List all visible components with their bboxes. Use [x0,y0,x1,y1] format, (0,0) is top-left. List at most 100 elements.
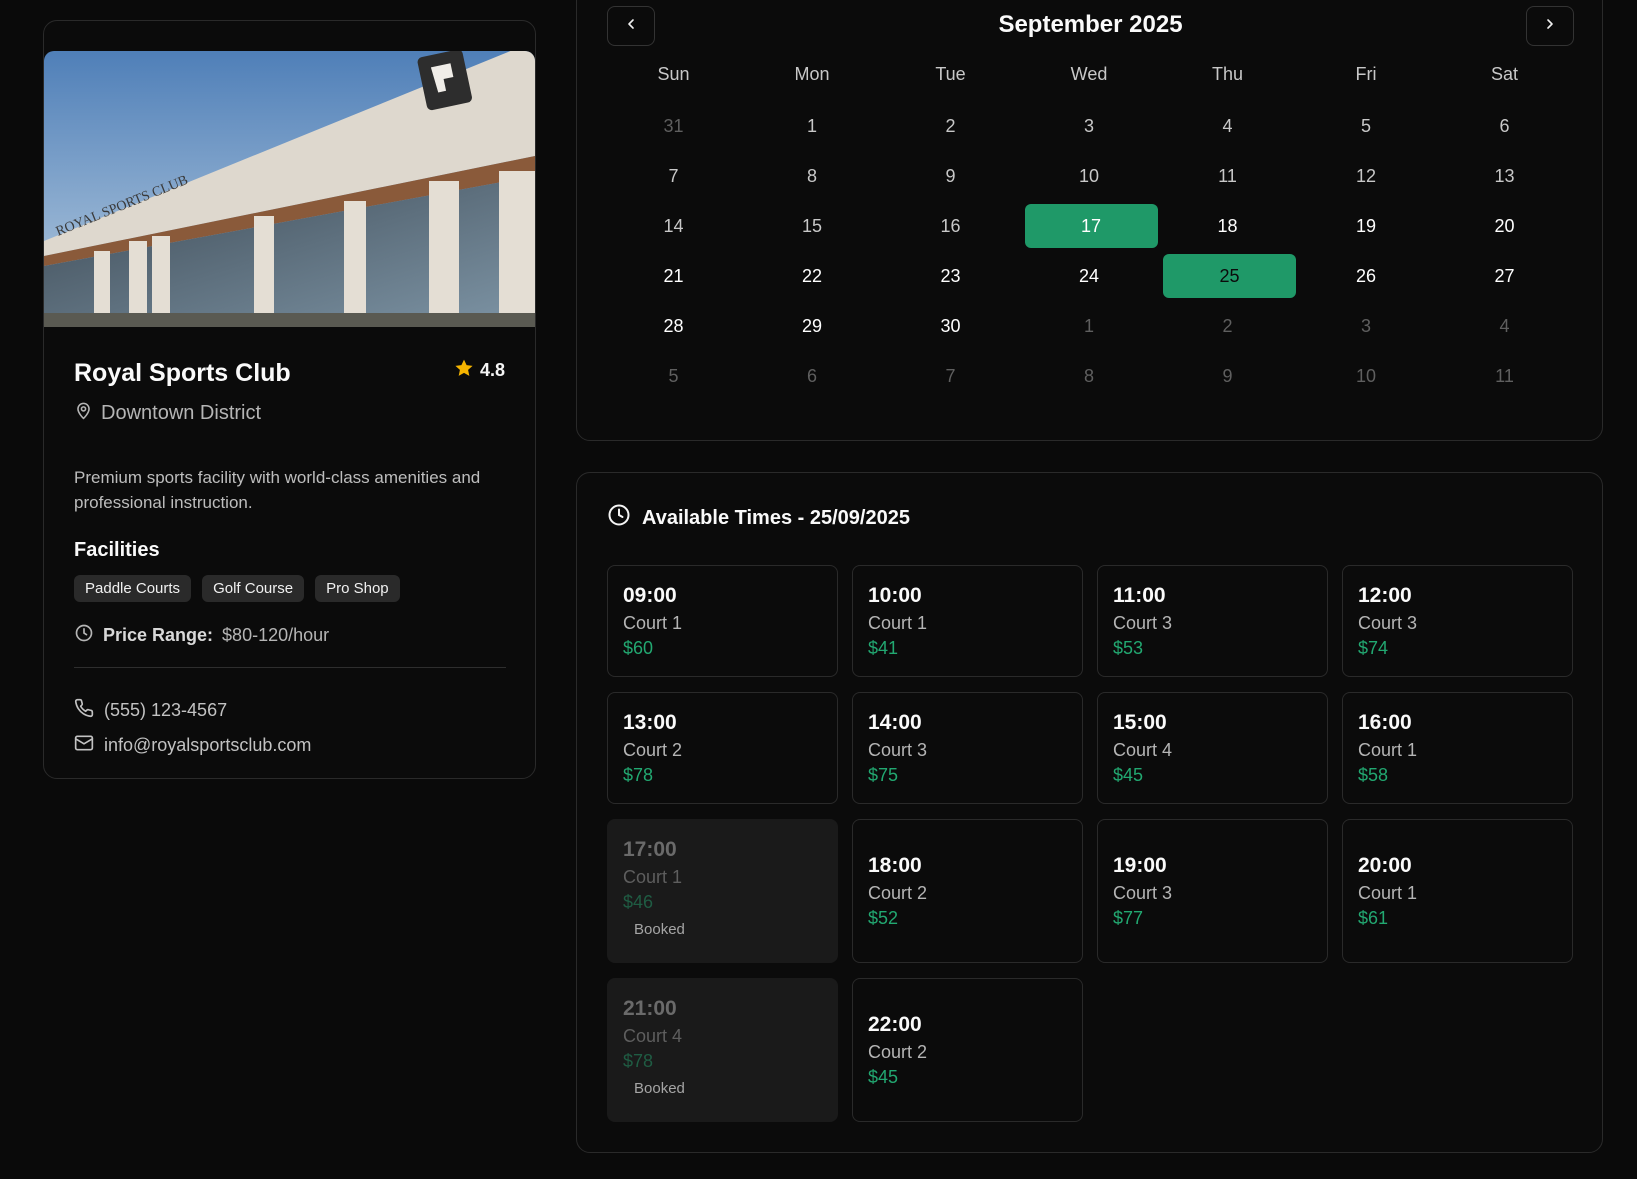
slot-price: $60 [623,638,654,658]
booked-badge: Booked [634,921,685,938]
available-times: Available Times - 25/09/2025 09:00 Court … [576,472,1603,1153]
calendar-day[interactable]: 9 [884,154,1017,198]
location: Downtown District [74,401,261,426]
slot-time: 22:00 [868,1013,922,1036]
facility-tag: Golf Course [202,575,305,602]
calendar-day-selected[interactable]: 25 [1163,254,1296,298]
booked-badge: Booked [634,1080,685,1097]
calendar-day[interactable]: 10 [1023,154,1156,198]
phone-icon [74,698,94,723]
calendar-day[interactable]: 23 [884,254,1017,298]
calendar-day: 8 [1083,366,1094,386]
slot-court: Court 4 [623,1026,683,1046]
calendar-day[interactable]: 30 [884,304,1017,348]
slot-time: 10:00 [868,584,922,607]
calendar-day: 7 [945,366,956,386]
slot-time: 14:00 [868,711,922,734]
map-pin-icon [74,401,93,426]
month-title: September 2025 [998,11,1183,38]
calendar-day[interactable]: 16 [884,204,1017,248]
slot-time: 12:00 [1358,584,1412,607]
calendar-day[interactable]: 1 [746,104,879,148]
calendar-day[interactable]: 5 [1300,104,1433,148]
calendar-day: 5 [668,366,679,386]
calendar-day[interactable]: 21 [607,254,740,298]
weekday-header: Sun [657,64,690,84]
calendar-day[interactable]: 26 [1300,254,1433,298]
weekday-header: Tue [935,64,966,84]
time-slot[interactable]: 14:00 Court 3 $75 [852,692,1083,804]
slot-court: Court 2 [868,883,928,903]
slot-court: Court 4 [1113,740,1173,760]
price-range: Price Range: $80-120/hour [74,623,329,648]
time-slot[interactable]: 12:00 Court 3 $74 [1342,565,1573,677]
slot-price: $52 [868,908,899,928]
calendar-day[interactable]: 19 [1300,204,1433,248]
calendar-day[interactable]: 20 [1438,204,1571,248]
calendar-day[interactable]: 18 [1161,204,1294,248]
email-address: info@royalsportsclub.com [104,735,312,755]
time-slot[interactable]: 15:00 Court 4 $45 [1097,692,1328,804]
calendar-day[interactable]: 11 [1161,154,1294,198]
facilities-heading: Facilities [74,539,160,561]
phone-number: (555) 123-4567 [104,700,228,720]
time-slot[interactable]: 19:00 Court 3 $77 [1097,819,1328,963]
club-card: ROYAL SPORTS CLUB Royal Sports Club 4.8 … [43,20,536,779]
calendar-day[interactable]: 14 [607,204,740,248]
calendar-day[interactable]: 6 [1438,104,1571,148]
slot-court: Court 3 [868,740,928,760]
time-slot[interactable]: 13:00 Court 2 $78 [607,692,838,804]
club-name: Royal Sports Club [74,359,291,387]
calendar-day: 1 [1083,316,1094,336]
calendar-day[interactable]: 15 [746,204,879,248]
calendar-day[interactable]: 8 [746,154,879,198]
time-slot[interactable]: 22:00 Court 2 $45 [852,978,1083,1122]
calendar-day: 9 [1222,366,1233,386]
calendar-day-today[interactable]: 17 [1024,204,1158,248]
calendar-day[interactable]: 24 [1023,254,1156,298]
slot-price: $74 [1358,638,1389,658]
slot-time: 19:00 [1113,854,1167,877]
slot-time: 21:00 [623,997,677,1020]
time-slot[interactable]: 18:00 Court 2 $52 [852,819,1083,963]
email-contact[interactable]: info@royalsportsclub.com [74,733,311,758]
slot-price: $77 [1113,908,1144,928]
slot-court: Court 1 [623,613,683,633]
rating: 4.8 [454,358,505,383]
time-slot[interactable]: 16:00 Court 1 $58 [1342,692,1573,804]
time-slot[interactable]: 09:00 Court 1 $60 [607,565,838,677]
time-slot[interactable]: 10:00 Court 1 $41 [852,565,1083,677]
slot-price: $78 [623,765,654,785]
calendar-day[interactable]: 4 [1161,104,1294,148]
price-range-label: Price Range: [103,625,214,645]
slot-court: Court 1 [868,613,928,633]
calendar-day: 31 [663,116,684,136]
clock-icon [607,503,631,533]
time-slot[interactable]: 20:00 Court 1 $61 [1342,819,1573,963]
calendar-day[interactable]: 13 [1438,154,1571,198]
calendar-day: 3 [1360,316,1371,336]
calendar-day[interactable]: 22 [746,254,879,298]
facility-tag: Pro Shop [315,575,400,602]
calendar: September 2025 Sun Mon Tue Wed Thu Fri Sat 31 1… [576,0,1603,441]
next-month-button[interactable] [1526,6,1574,46]
calendar-day[interactable]: 7 [607,154,740,198]
slot-price: $45 [868,1067,899,1087]
slot-price: $53 [1113,638,1144,658]
calendar-day[interactable]: 12 [1300,154,1433,198]
calendar-day[interactable]: 29 [746,304,879,348]
calendar-day[interactable]: 3 [1023,104,1156,148]
time-slot[interactable]: 11:00 Court 3 $53 [1097,565,1328,677]
available-times-title: Available Times - 25/09/2025 [642,506,910,529]
slot-court: Court 3 [1358,613,1418,633]
slot-price: $58 [1358,765,1389,785]
slot-price: $45 [1113,765,1144,785]
club-description: Premium sports facility with world-class… [74,468,481,512]
calendar-day[interactable]: 28 [607,304,740,348]
slot-price: $75 [868,765,899,785]
calendar-day[interactable]: 27 [1438,254,1571,298]
phone-contact[interactable]: (555) 123-4567 [74,698,227,723]
slot-court: Court 2 [868,1042,928,1062]
calendar-day[interactable]: 2 [884,104,1017,148]
slot-court: Court 3 [1113,883,1173,903]
